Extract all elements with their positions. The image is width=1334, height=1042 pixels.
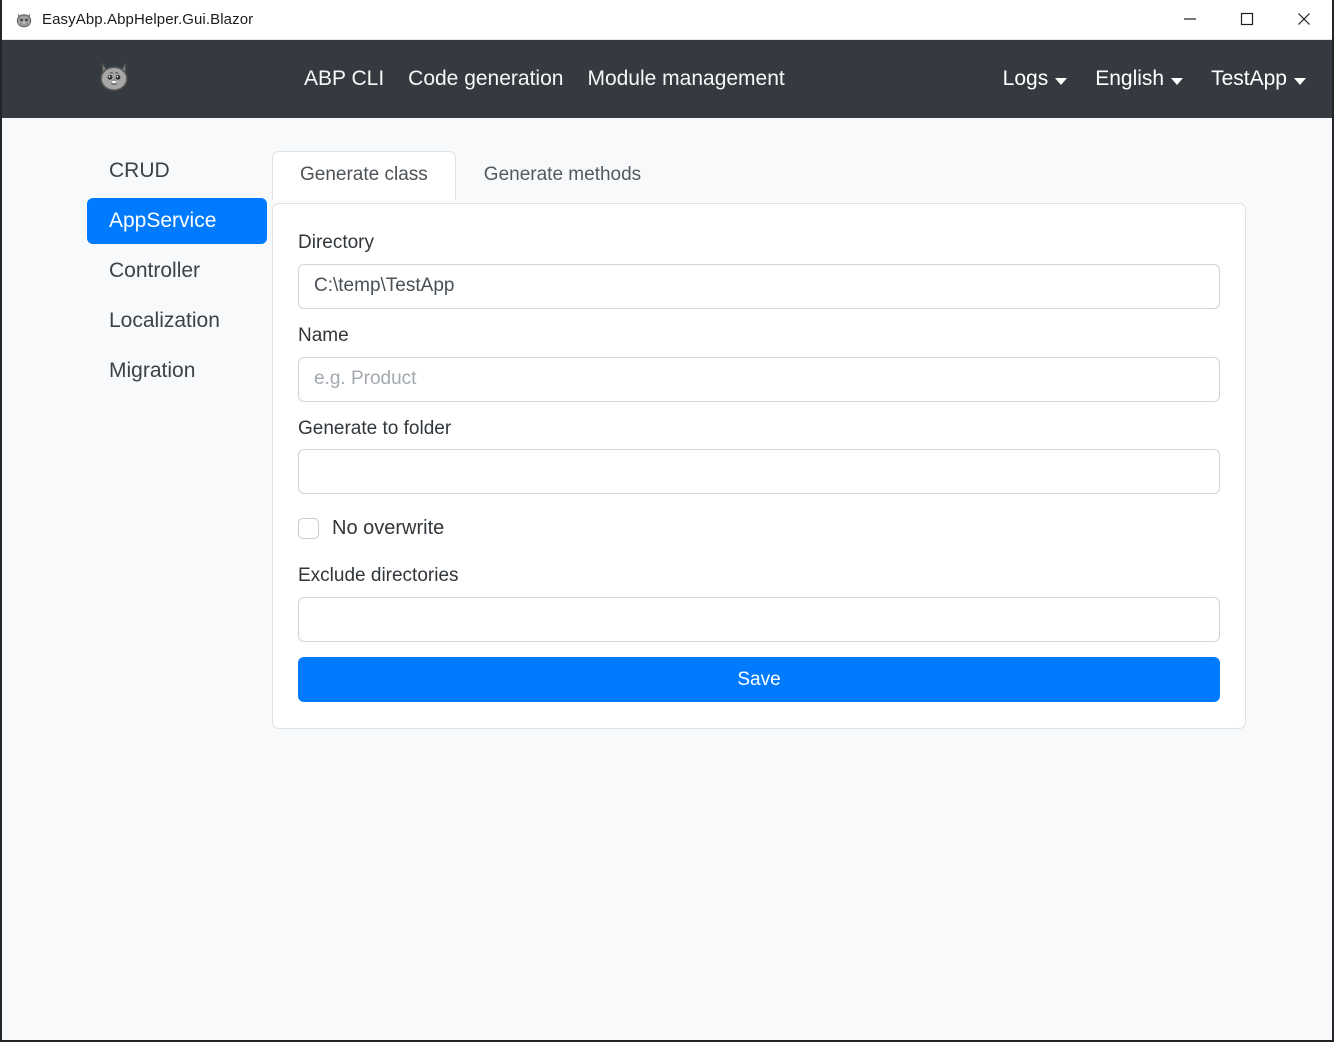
generate-to-folder-group: Generate to folder — [298, 417, 1220, 495]
directory-label: Directory — [298, 232, 375, 253]
name-label: Name — [298, 324, 349, 346]
window-title: EasyAbp.AbpHelper.Gui.Blazor — [42, 11, 254, 28]
name-input[interactable] — [298, 356, 1220, 402]
title-bar-left: EasyAbp.AbpHelper.Gui.Blazor — [2, 11, 253, 29]
sidebar-item-crud[interactable]: CRUD — [87, 148, 267, 194]
navbar-right: Logs English TestApp — [1003, 67, 1306, 91]
save-button[interactable]: Save — [298, 657, 1220, 702]
exclude-directories-label: Exclude directories — [298, 565, 459, 587]
generate-to-folder-label: Generate to folder — [298, 417, 452, 439]
navbar-links: ABP CLI Code generation Module managemen… — [304, 67, 785, 91]
logs-dropdown[interactable]: Logs — [1003, 67, 1068, 91]
generate-to-folder-input[interactable] — [298, 449, 1220, 495]
cat-face-icon — [15, 11, 33, 29]
nav-link-code-generation[interactable]: Code generation — [408, 67, 563, 91]
project-dropdown[interactable]: TestApp — [1211, 67, 1306, 91]
exclude-directories-input[interactable] — [298, 597, 1220, 642]
exclude-directories-group: Exclude directories — [298, 564, 1220, 642]
no-overwrite-label[interactable]: No overwrite — [332, 517, 444, 540]
close-button[interactable] — [1275, 0, 1332, 40]
nav-link-abp-cli[interactable]: ABP CLI — [304, 67, 384, 91]
sidebar-item-controller[interactable]: Controller — [87, 248, 267, 294]
chevron-down-icon — [1055, 77, 1068, 85]
tab-generate-methods[interactable]: Generate methods — [456, 151, 669, 200]
language-dropdown-label: English — [1095, 67, 1165, 90]
no-overwrite-row: No overwrite — [298, 517, 1220, 540]
no-overwrite-checkbox[interactable] — [298, 518, 319, 540]
sidebar-item-appservice[interactable]: AppService — [87, 198, 267, 244]
window-controls — [1161, 0, 1332, 40]
logs-dropdown-label: Logs — [1002, 67, 1049, 90]
project-dropdown-label: TestApp — [1211, 67, 1287, 90]
chevron-down-icon — [1294, 77, 1306, 85]
name-group: Name — [298, 324, 1220, 402]
title-bar: EasyAbp.AbpHelper.Gui.Blazor — [2, 0, 1332, 40]
tab-bar: Generate class Generate methods — [272, 148, 1246, 200]
body-area: CRUD AppService Controller Localization … — [2, 118, 1332, 1040]
language-dropdown[interactable]: English — [1095, 67, 1184, 91]
minimize-button[interactable] — [1161, 0, 1218, 40]
sidebar-item-migration[interactable]: Migration — [87, 348, 267, 394]
form-card: Directory Name Generate to folder No ove… — [272, 203, 1246, 729]
close-icon — [1297, 12, 1311, 29]
navbar: ABP CLI Code generation Module managemen… — [2, 40, 1332, 118]
minimize-icon — [1183, 12, 1197, 29]
nav-link-module-management[interactable]: Module management — [587, 67, 784, 91]
maximize-button[interactable] — [1218, 0, 1275, 40]
maximize-icon — [1240, 12, 1254, 29]
sidebar: CRUD AppService Controller Localization … — [87, 148, 267, 1040]
chevron-down-icon — [1171, 77, 1184, 85]
navbar-brand[interactable] — [68, 60, 160, 99]
directory-input[interactable] — [298, 263, 1220, 309]
directory-group: Directory — [298, 231, 1220, 309]
content-column: Generate class Generate methods Director… — [272, 148, 1246, 1040]
tab-generate-class[interactable]: Generate class — [272, 151, 456, 200]
cat-face-logo-icon — [97, 60, 131, 99]
sidebar-item-localization[interactable]: Localization — [87, 298, 267, 344]
app-window: EasyAbp.AbpHelper.Gui.Blazor ABP CLI Cod… — [0, 0, 1334, 1042]
